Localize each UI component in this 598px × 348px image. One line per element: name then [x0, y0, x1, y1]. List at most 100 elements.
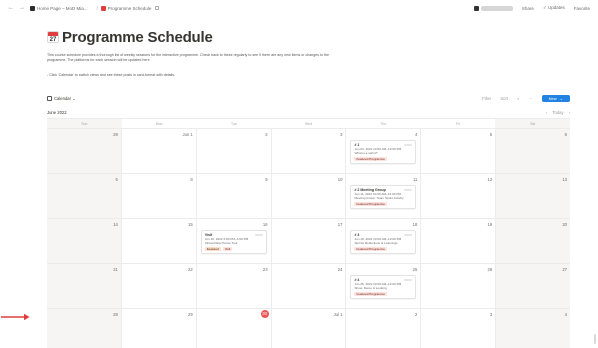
pointer-arrow-icon	[1, 313, 30, 321]
calendar-day-cell[interactable]: 6	[496, 129, 571, 173]
calendar-day-cell[interactable]: 25 # 4 Jun 25, 2022 10:00 AM–12:00 PM Show,…	[346, 264, 422, 308]
today-date-marker: 30	[260, 310, 269, 318]
day-number: 26	[487, 267, 493, 272]
scrollbar-handle[interactable]	[594, 334, 596, 344]
calendar-day-cell[interactable]: 9	[197, 174, 272, 218]
day-number: 4	[564, 312, 568, 317]
day-number: 11	[412, 177, 418, 182]
calendar-day-cell[interactable]: 20	[496, 219, 571, 263]
favorite-button[interactable]: Favorite	[574, 6, 590, 11]
day-number: 5	[489, 132, 493, 137]
event-tag: Featured Programme	[354, 201, 387, 206]
breadcrumb-home[interactable]: Home Page – MoD Mia...	[30, 5, 88, 11]
calendar-day-cell[interactable]: 28	[47, 309, 122, 348]
event-card[interactable]: # 3 Jun 18, 2022 10:00 AM–12:00 PM Sprints…	[350, 230, 417, 254]
view-tools: Filter Sort ⌕ ··· New ⌄	[482, 94, 570, 102]
event-tag: Featured Programme	[354, 156, 387, 161]
calendar-icon-day: 27	[49, 37, 57, 43]
today-button[interactable]: Today	[552, 110, 563, 115]
more-options-icon[interactable]: ···	[528, 96, 532, 101]
calendar-week-row: 29 Jun 1 2 3 4 # 1 Jun 04, 2022 10:00 AM–12:00…	[47, 129, 571, 174]
calendar-day-cell[interactable]: 16 Visit Jun 16, 2022 2:00 PM–4:00 PM Virtu…	[197, 219, 272, 263]
calendar-day-cell[interactable]: 11 # 2 Meeting Group Jun 11, 2022 10:00 AM…	[346, 174, 422, 218]
calendar-day-cell[interactable]: Jul 1	[272, 309, 347, 348]
calendar-weeks: 29 Jun 1 2 3 4 # 1 Jun 04, 2022 10:00 AM–12:00…	[47, 129, 571, 348]
share-button[interactable]: Share	[522, 6, 534, 11]
day-number: 6	[115, 177, 118, 182]
updates-button[interactable]: ✓ Updates	[543, 5, 565, 11]
weekday-label: Tue	[230, 122, 237, 126]
new-button[interactable]: New ⌄	[541, 94, 570, 102]
calendar-day-cell[interactable]: 17	[272, 219, 347, 263]
calendar-view-icon	[47, 95, 52, 101]
event-description: Show, Demo & Looking	[354, 286, 387, 291]
calendar-week-row: 14 15 16 Visit Jun 16, 2022 2:00 PM–4:00 PM V…	[47, 219, 571, 264]
page-description[interactable]: This course schedule provides a thorough…	[47, 53, 347, 63]
calendar-page-icon[interactable]: 27	[47, 31, 59, 43]
calendar-day-cell[interactable]: 29	[122, 309, 197, 348]
event-card[interactable]: Visit Jun 16, 2022 2:00 PM–4:00 PM Virtual…	[200, 230, 267, 254]
day-number: Jun 1	[182, 132, 193, 137]
prev-month-button[interactable]: ‹	[546, 110, 547, 115]
event-tag: Featured Programme	[354, 246, 387, 251]
calendar-day-cell[interactable]: 2	[197, 129, 272, 173]
day-number: 9	[265, 177, 268, 182]
calendar-day-cell[interactable]: 12	[421, 174, 497, 218]
calendar-day-cell[interactable]: 21	[47, 264, 122, 308]
calendar-day-cell[interactable]: 18 # 3 Jun 18, 2022 10:00 AM–12:00 PM Sprin…	[346, 219, 422, 263]
day-number: 15	[188, 222, 193, 227]
calendar-day-cell[interactable]: 5	[421, 129, 497, 173]
calendar-view-tab[interactable]: Calendar ⌄	[47, 95, 76, 101]
day-number: 20	[562, 222, 568, 227]
breadcrumb-current[interactable]: Programme Schedule	[100, 5, 160, 11]
day-number: 12	[487, 177, 493, 182]
sort-button[interactable]: Sort	[500, 96, 508, 101]
page-icon	[30, 5, 35, 11]
calendar-day-cell[interactable]: 19	[421, 219, 497, 263]
calendar-day-cell[interactable]: 10	[272, 174, 347, 218]
calendar-day-cell[interactable]: 3	[421, 309, 497, 348]
event-status-placeholder	[404, 189, 413, 191]
day-number: 25	[412, 267, 418, 272]
calendar-day-cell[interactable]: 4 # 1 Jun 04, 2022 10:00 AM–12:00 PM What i…	[346, 129, 422, 173]
calendar-day-cell[interactable]: 6	[47, 174, 122, 218]
breadcrumb-current-label: Programme Schedule	[107, 5, 152, 11]
calendar-day-cell[interactable]: 3	[272, 129, 347, 173]
calendar-day-cell[interactable]: Jun 1	[122, 129, 197, 173]
calendar-day-cell[interactable]: 2	[346, 309, 422, 348]
calendar-day-cell[interactable]: 14	[47, 219, 122, 263]
event-tag: Visit	[222, 246, 233, 251]
event-status-placeholder	[404, 144, 413, 146]
workspace-user[interactable]	[473, 5, 513, 11]
calendar-day-cell[interactable]: 4	[496, 309, 571, 348]
next-month-button[interactable]: ›	[569, 110, 570, 115]
calendar-day-cell[interactable]: 29	[47, 129, 122, 173]
day-number: 29	[188, 312, 193, 317]
view-toolbar: Calendar ⌄ Filter Sort ⌕ ··· New ⌄	[47, 94, 570, 102]
weekday-header-row: Sun Mon Tue Wed Thu Fri Sat	[47, 119, 571, 129]
search-icon[interactable]: ⌕	[517, 96, 519, 101]
calendar-day-cell[interactable]: 13	[496, 174, 571, 218]
calendar-day-cell[interactable]: 23	[197, 264, 272, 308]
filter-button[interactable]: Filter	[482, 96, 491, 101]
day-number: 4	[414, 132, 418, 137]
calendar-day-cell[interactable]: 15	[122, 219, 197, 263]
event-card[interactable]: # 1 Jun 04, 2022 10:00 AM–12:00 PM What is…	[350, 140, 417, 164]
day-number: 29	[113, 132, 118, 137]
calendar-day-cell[interactable]: 24	[272, 264, 347, 308]
calendar-day-cell[interactable]: 22	[122, 264, 197, 308]
event-card[interactable]: # 2 Meeting Group Jun 11, 2022 10:00 AM–1…	[350, 185, 417, 209]
weekday-label: Mon	[155, 122, 163, 126]
forward-arrow-icon[interactable]: →	[19, 5, 25, 11]
calendar-day-cell[interactable]: 8	[122, 174, 197, 218]
weekday-label: Sun	[47, 119, 122, 128]
page-tip[interactable]: - Click 'Calendar' to switch views and s…	[47, 73, 347, 78]
calendar-day-cell[interactable]: 26	[421, 264, 497, 308]
event-card[interactable]: # 4 Jun 25, 2022 10:00 AM–12:00 PM Show, D…	[350, 275, 417, 299]
calendar-day-cell[interactable]: 27	[496, 264, 571, 308]
back-arrow-icon[interactable]: ←	[8, 5, 14, 11]
page-title[interactable]: Programme Schedule	[62, 29, 213, 46]
calendar-day-cell[interactable]: 30	[197, 309, 272, 348]
day-number: 27	[562, 267, 568, 272]
day-number: 2	[265, 132, 268, 137]
